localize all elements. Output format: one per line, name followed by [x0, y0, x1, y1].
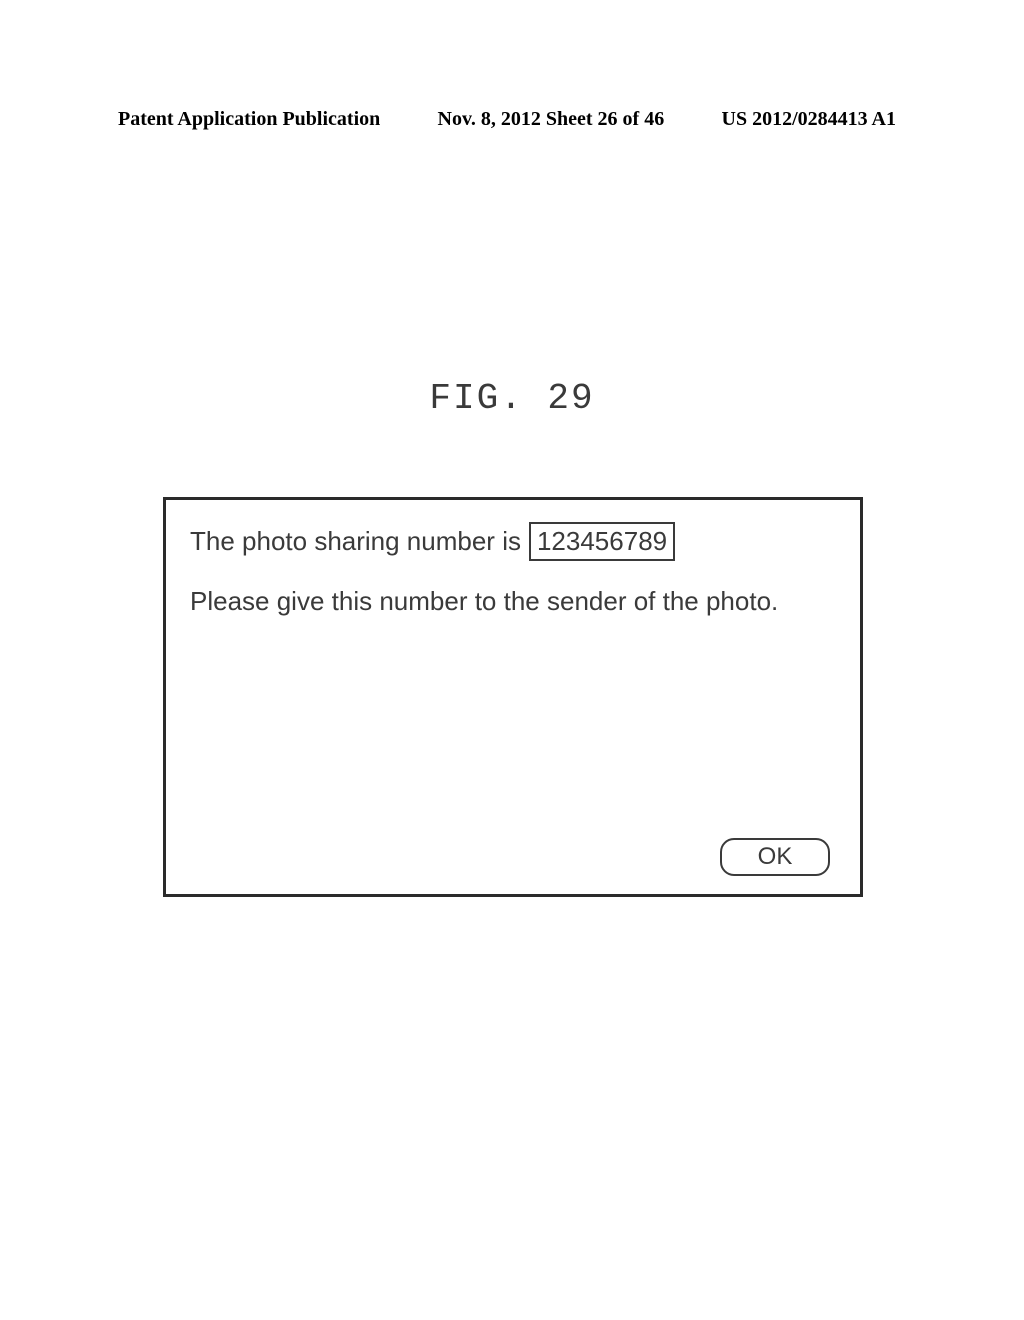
sharing-number-line: The photo sharing number is 123456789 [190, 522, 836, 561]
page-header: Patent Application Publication Nov. 8, 2… [0, 108, 1024, 131]
header-date-sheet: Nov. 8, 2012 Sheet 26 of 46 [438, 108, 665, 131]
header-publication-number: US 2012/0284413 A1 [722, 108, 896, 131]
sharing-number-prefix-text: The photo sharing number is [190, 526, 521, 557]
header-publication-type: Patent Application Publication [118, 108, 380, 131]
sharing-number-dialog: The photo sharing number is 123456789 Pl… [163, 497, 863, 897]
ok-button[interactable]: OK [720, 838, 830, 876]
instruction-text: Please give this number to the sender of… [190, 585, 836, 619]
figure-label: FIG. 29 [0, 378, 1024, 419]
sharing-number-value: 123456789 [529, 522, 675, 561]
